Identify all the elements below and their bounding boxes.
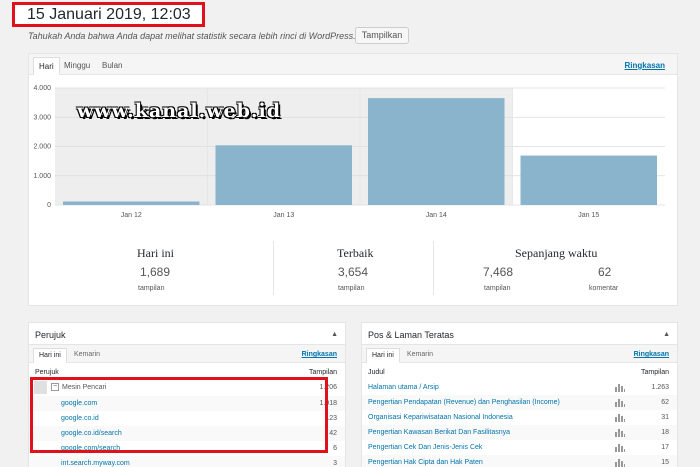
table-row[interactable]: Pengertian Cek Dan Jenis-Jenis Cek 17 — [362, 440, 677, 455]
stats-hint: Tahukah Anda bahwa Anda dapat melihat st… — [28, 31, 378, 41]
all-time-title: Sepanjang waktu — [515, 246, 598, 260]
tab-today[interactable]: Hari ini — [33, 348, 67, 363]
referrers-highlight-box — [30, 377, 328, 453]
tab-yesterday[interactable]: Kemarin — [69, 348, 105, 363]
post-link[interactable]: Halaman utama / Arsip — [368, 384, 439, 391]
referrers-col-label: Perujuk — [35, 369, 59, 376]
today-views: 1,689 — [140, 265, 171, 279]
collapse-arrow-icon[interactable]: ▲ — [331, 331, 338, 338]
post-views: 18 — [661, 429, 669, 436]
bar-chart-icon[interactable] — [615, 443, 625, 452]
referrers-header: Perujuk ▲ — [29, 323, 345, 345]
bar-chart-icon[interactable] — [615, 398, 625, 407]
y-tick-label: 3.000 — [33, 114, 51, 121]
referrers-title: Perujuk — [35, 330, 66, 340]
post-link[interactable]: Pengertian Kawasan Berikat Dan Fasilitas… — [368, 429, 510, 436]
period-tabs: Hari Minggu Bulan Ringkasan — [29, 54, 677, 75]
top-posts-col-label: Judul — [368, 369, 385, 376]
tab-month[interactable]: Bulan — [97, 57, 127, 75]
bar-chart-icon[interactable] — [615, 458, 625, 467]
x-tick-label: Jan 13 — [273, 212, 294, 219]
top-posts-col-value: Tampilan — [640, 369, 669, 376]
chart-bar[interactable] — [520, 155, 658, 205]
referrers-summary-link[interactable]: Ringkasan — [302, 351, 337, 358]
all-time-comments-label: komentar — [589, 285, 619, 292]
table-row[interactable]: Pengertian Kawasan Berikat Dan Fasilitas… — [362, 425, 677, 440]
post-views: 62 — [661, 399, 669, 406]
today-title: Hari ini — [137, 246, 174, 260]
y-tick-label: 4.000 — [33, 85, 51, 92]
today-views-label: tampilan — [138, 285, 165, 292]
chart-bar[interactable] — [368, 98, 505, 205]
top-posts-header: Pos & Laman Teratas ▲ — [362, 323, 677, 345]
post-views: 17 — [661, 444, 669, 451]
top-posts-tabs: Hari ini Kemarin Ringkasan — [362, 345, 677, 363]
table-row[interactable]: Pengertian Hak Cipta dan Hak Paten 15 — [362, 455, 677, 467]
y-tick-label: 2.000 — [33, 144, 51, 151]
post-views: 1.263 — [651, 384, 669, 391]
all-time-views: 7,468 — [483, 265, 514, 279]
referrer-link[interactable]: int.search.myway.com — [61, 460, 130, 467]
x-tick-label: Jan 12 — [121, 212, 142, 219]
top-posts-summary-link[interactable]: Ringkasan — [634, 351, 669, 358]
post-views: 15 — [661, 459, 669, 466]
referrer-views: 42 — [329, 430, 337, 437]
table-row[interactable]: int.search.myway.com 3 — [29, 456, 345, 467]
y-tick-label: 1.000 — [33, 173, 51, 180]
post-views: 31 — [661, 414, 669, 421]
summary-divider — [433, 241, 434, 295]
referrers-tabs: Hari ini Kemarin Ringkasan — [29, 345, 345, 363]
x-tick-label: Jan 15 — [578, 212, 599, 219]
post-link[interactable]: Pengertian Cek Dan Jenis-Jenis Cek — [368, 444, 482, 451]
table-row[interactable]: Halaman utama / Arsip 1.263 — [362, 380, 677, 395]
bar-chart-icon[interactable] — [615, 428, 625, 437]
x-tick-label: Jan 14 — [426, 212, 447, 219]
post-link[interactable]: Organisasi Kepariwisataan Nasional Indon… — [368, 414, 513, 421]
referrers-col-value: Tampilan — [308, 369, 337, 376]
referrer-views: 3 — [333, 460, 337, 467]
stats-panel: Hari Minggu Bulan Ringkasan 0 1.000 2.000 3… — [28, 53, 678, 306]
table-row[interactable]: Organisasi Kepariwisataan Nasional Indon… — [362, 410, 677, 425]
post-link[interactable]: Pengertian Pendapatan (Revenue) dan Peng… — [368, 399, 560, 406]
chart-bar[interactable] — [215, 145, 353, 205]
referrer-views: 6 — [333, 445, 337, 452]
best-views-label: tampilan — [338, 285, 365, 292]
chart-bar[interactable] — [63, 201, 200, 205]
best-title: Terbaik — [337, 246, 374, 260]
tab-week[interactable]: Minggu — [59, 57, 95, 75]
tab-day[interactable]: Hari — [33, 57, 60, 75]
table-row[interactable]: Pengertian Pendapatan (Revenue) dan Peng… — [362, 395, 677, 410]
top-posts-panel: Pos & Laman Teratas ▲ Hari ini Kemarin R… — [361, 322, 678, 467]
stats-summary: Hari ini 1,689 tampilan Terbaik 3,654 ta… — [29, 239, 679, 307]
watermark: www.kanal.web.id — [77, 100, 282, 122]
collapse-arrow-icon[interactable]: ▲ — [663, 331, 670, 338]
tab-today[interactable]: Hari ini — [366, 348, 400, 363]
summary-link[interactable]: Ringkasan — [625, 61, 665, 70]
bar-chart-icon[interactable] — [615, 383, 625, 392]
top-posts-title: Pos & Laman Teratas — [368, 330, 454, 340]
show-button[interactable]: Tampilkan — [355, 27, 409, 44]
post-link[interactable]: Pengertian Hak Cipta dan Hak Paten — [368, 459, 483, 466]
bar-chart-icon[interactable] — [615, 413, 625, 422]
all-time-comments: 62 — [598, 265, 612, 279]
summary-divider — [273, 241, 274, 295]
tab-yesterday[interactable]: Kemarin — [402, 348, 438, 363]
y-tick-label: 0 — [47, 202, 51, 209]
best-views: 3,654 — [338, 265, 369, 279]
all-time-views-label: tampilan — [484, 285, 511, 292]
page-date: 15 Januari 2019, 12:03 — [27, 6, 191, 23]
